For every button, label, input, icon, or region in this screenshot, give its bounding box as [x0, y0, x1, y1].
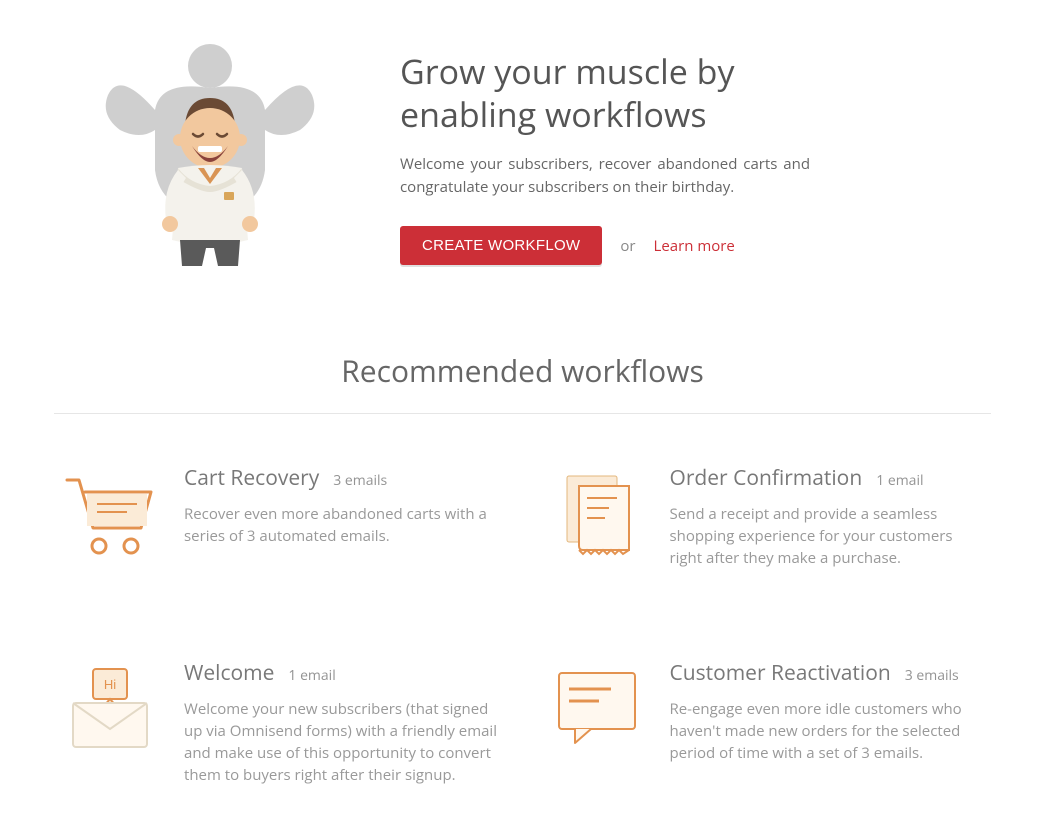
card-meta: 3 emails [333, 471, 387, 490]
workflow-card-welcome[interactable]: Hi Welcome 1 email Welcome your new subs… [54, 659, 500, 786]
section-title: Recommended workflows [0, 350, 1045, 413]
workflow-card-customer-reactivation[interactable]: Customer Reactivation 3 emails Re-engage… [540, 659, 986, 786]
workflow-card-order-confirmation[interactable]: Order Confirmation 1 email Send a receip… [540, 464, 986, 569]
card-title: Customer Reactivation [670, 659, 891, 687]
card-desc: Send a receipt and provide a seamless sh… [670, 504, 986, 569]
message-icon [540, 659, 650, 786]
create-workflow-button[interactable]: CREATE WORKFLOW [400, 226, 602, 265]
card-meta: 3 emails [905, 666, 959, 685]
hero-section: Grow your muscle by enabling workflows W… [0, 0, 1045, 290]
card-title: Cart Recovery [184, 464, 319, 492]
card-desc: Recover even more abandoned carts with a… [184, 504, 500, 548]
receipt-icon [540, 464, 650, 569]
workflow-grid: Cart Recovery 3 emails Recover even more… [0, 414, 1045, 826]
hero-subtitle: Welcome your subscribers, recover abando… [400, 153, 810, 198]
card-meta: 1 email [288, 666, 335, 685]
card-title: Order Confirmation [670, 464, 863, 492]
svg-text:Hi: Hi [104, 677, 116, 692]
or-text: or [620, 236, 635, 256]
hero-illustration [60, 40, 360, 270]
workflow-card-cart-recovery[interactable]: Cart Recovery 3 emails Recover even more… [54, 464, 500, 569]
muscle-man-icon [100, 40, 320, 270]
card-desc: Welcome your new subscribers (that signe… [184, 699, 500, 786]
welcome-envelope-icon: Hi [54, 659, 164, 786]
learn-more-link[interactable]: Learn more [654, 236, 735, 256]
card-desc: Re-engage even more idle customers who h… [670, 699, 986, 764]
card-meta: 1 email [876, 471, 923, 490]
card-title: Welcome [184, 659, 274, 687]
hero-actions: CREATE WORKFLOW or Learn more [400, 226, 810, 265]
cart-icon [54, 464, 164, 569]
hero-content: Grow your muscle by enabling workflows W… [400, 40, 810, 270]
hero-title: Grow your muscle by enabling workflows [400, 50, 810, 135]
